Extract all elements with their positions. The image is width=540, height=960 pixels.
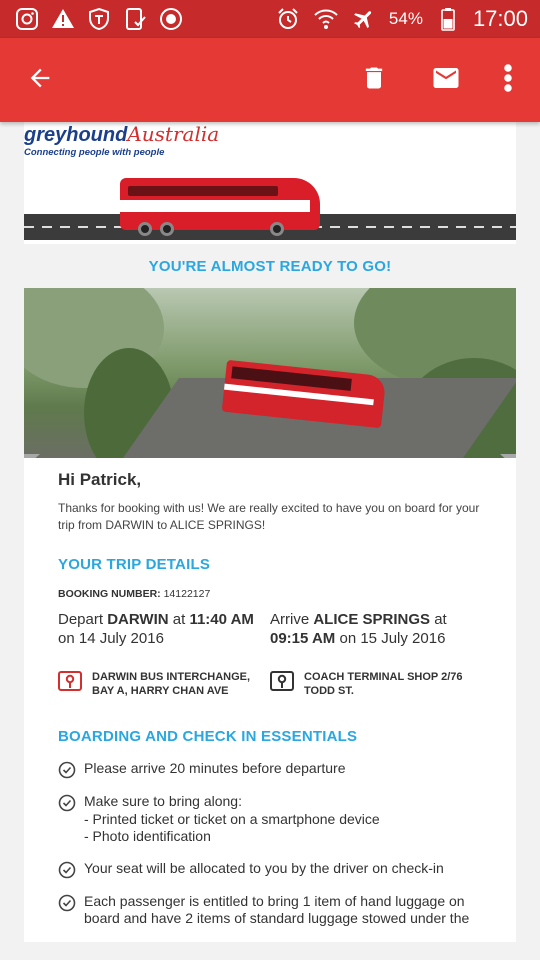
depart-location-text: DARWIN BUS INTERCHANGE, BAY A, HARRY CHA… bbox=[92, 671, 251, 697]
essentials-list: Please arrive 20 minutes before departur… bbox=[58, 760, 482, 928]
alarm-icon bbox=[275, 6, 301, 32]
shield-icon bbox=[86, 6, 112, 32]
email-card: Hi Patrick, Thanks for booking with us! … bbox=[24, 458, 516, 942]
depart-info: Depart DARWIN at 11:40 AM on 14 July 201… bbox=[58, 611, 254, 647]
warning-icon bbox=[50, 6, 76, 32]
app-bar bbox=[0, 38, 540, 122]
trip-locations: DARWIN BUS INTERCHANGE, BAY A, HARRY CHA… bbox=[58, 670, 482, 698]
more-options-button[interactable] bbox=[488, 52, 528, 108]
map-pin-icon bbox=[270, 670, 296, 694]
list-item: Each passenger is entitled to bring 1 it… bbox=[58, 893, 482, 928]
arrive-info: Arrive ALICE SPRINGS at 09:15 AM on 15 J… bbox=[270, 611, 447, 647]
ready-banner: YOU'RE ALMOST READY TO GO! bbox=[24, 244, 516, 288]
greeting: Hi Patrick, bbox=[58, 470, 142, 489]
check-circle-icon bbox=[58, 761, 76, 779]
battery-percent: 54% bbox=[388, 9, 423, 28]
map-pin-icon bbox=[58, 670, 84, 694]
logo-tagline: Connecting people with people bbox=[24, 147, 165, 158]
booking-number-value: 14122127 bbox=[163, 588, 211, 600]
clock: 17:00 bbox=[472, 6, 528, 31]
tablet-check-icon bbox=[122, 6, 148, 32]
bus-illustration bbox=[120, 178, 320, 236]
booking-number: BOOKING NUMBER: 14122127 bbox=[58, 588, 482, 600]
arrive-location-text: COACH TERMINAL SHOP 2/76 TODD ST. bbox=[304, 671, 463, 697]
mail-button[interactable] bbox=[418, 52, 474, 108]
lion-icon bbox=[158, 6, 184, 32]
list-item: Make sure to bring along: - Printed tick… bbox=[58, 793, 482, 846]
airplane-icon bbox=[351, 6, 377, 32]
wifi-icon bbox=[313, 6, 339, 32]
greyhound-logo: greyhoundAustralia bbox=[24, 122, 220, 146]
mail-icon bbox=[429, 63, 463, 98]
more-vert-icon bbox=[503, 63, 513, 98]
email-body: greyhoundAustralia Connecting people wit… bbox=[24, 122, 516, 458]
check-circle-icon bbox=[58, 794, 76, 812]
trip-times: Depart DARWIN at 11:40 AM on 14 July 201… bbox=[58, 610, 482, 648]
boarding-essentials-title: BOARDING AND CHECK IN ESSENTIALS bbox=[58, 728, 358, 745]
delete-icon bbox=[360, 63, 388, 98]
back-button[interactable] bbox=[12, 52, 68, 108]
list-item: Your seat will be allocated to you by th… bbox=[58, 860, 482, 879]
delete-button[interactable] bbox=[346, 52, 402, 108]
status-bar: 54% 17:00 bbox=[0, 0, 540, 38]
bus-photo bbox=[24, 288, 516, 458]
arrive-location[interactable]: COACH TERMINAL SHOP 2/76 TODD ST. bbox=[270, 670, 482, 698]
check-circle-icon bbox=[58, 861, 76, 879]
battery-icon bbox=[435, 6, 461, 32]
list-item: Please arrive 20 minutes before departur… bbox=[58, 760, 482, 779]
intro-text: Thanks for booking with us! We are reall… bbox=[58, 501, 480, 532]
email-header-graphic: greyhoundAustralia Connecting people wit… bbox=[24, 122, 516, 244]
arrow-left-icon bbox=[26, 64, 54, 97]
ready-banner-text: YOU'RE ALMOST READY TO GO! bbox=[148, 257, 392, 275]
email-content[interactable]: greyhoundAustralia Connecting people wit… bbox=[0, 122, 540, 960]
booking-number-label: BOOKING NUMBER: bbox=[58, 588, 161, 600]
instagram-icon bbox=[14, 6, 40, 32]
depart-location[interactable]: DARWIN BUS INTERCHANGE, BAY A, HARRY CHA… bbox=[58, 670, 270, 698]
trip-details-title: YOUR TRIP DETAILS bbox=[58, 556, 211, 573]
check-circle-icon bbox=[58, 894, 76, 912]
